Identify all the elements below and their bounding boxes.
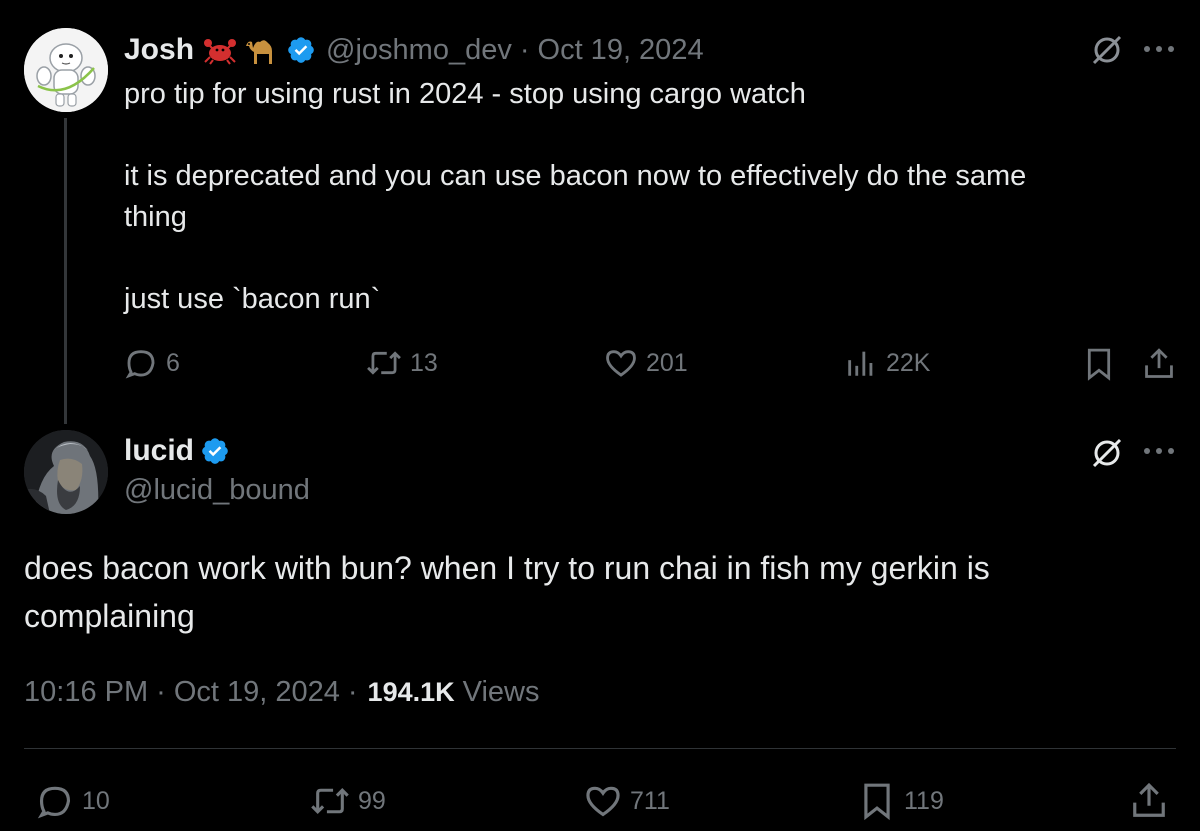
total-views-count: 194.1K: [367, 677, 455, 707]
tweet-time[interactable]: 10:16 PM: [24, 676, 148, 709]
share-icon: [1133, 782, 1165, 817]
divider: [24, 748, 1176, 749]
tweet-full-date[interactable]: Oct 19, 2024: [174, 676, 340, 709]
reply-icon: [125, 350, 155, 379]
analytics-icon: [848, 351, 873, 376]
like-count: 711: [630, 786, 670, 815]
avatar-josh-image: [24, 28, 108, 112]
bookmark-button[interactable]: [1082, 346, 1116, 387]
avatar-lucid[interactable]: [24, 430, 108, 514]
thread-connector-line: [64, 118, 67, 424]
share-icon: [1145, 348, 1173, 378]
separator: ·: [347, 676, 358, 708]
tweet-date[interactable]: Oct 19, 2024: [538, 34, 704, 67]
bookmark-button[interactable]: 119: [858, 780, 944, 822]
reply-tweet-header: lucid: [124, 431, 230, 471]
more-options-icon[interactable]: [1142, 444, 1176, 463]
author-name[interactable]: Josh: [124, 33, 194, 67]
like-count: 201: [646, 348, 688, 377]
reply-author-handle[interactable]: @lucid_bound: [124, 474, 310, 507]
reply-count: 10: [82, 786, 110, 815]
like-heart-icon: [586, 786, 620, 817]
reply-count: 6: [166, 348, 180, 377]
crab-emoji-icon: [202, 35, 238, 65]
parent-tweet-header: Josh @joshmo_dev · Oct 19, 2024: [124, 30, 704, 70]
tweet-timestamp-row: 10:16 PM · Oct 19, 2024 · 194.1K Views: [24, 676, 539, 709]
repost-button[interactable]: 13: [366, 346, 438, 380]
reply-button[interactable]: 6: [124, 346, 180, 380]
repost-button[interactable]: 99: [310, 782, 386, 820]
repost-icon: [311, 788, 349, 814]
reply-icon: [37, 786, 71, 819]
date-separator: ·: [519, 33, 530, 66]
views-count: 22K: [886, 348, 931, 377]
reply-author-name[interactable]: lucid: [124, 434, 194, 468]
more-options-icon[interactable]: [1142, 42, 1176, 61]
reply-tweet-body: does bacon work with bun? when I try to …: [24, 550, 990, 634]
like-button[interactable]: 711: [584, 782, 670, 820]
tweet-thread: Josh @joshmo_dev · Oct 19, 2024 pro tip …: [0, 0, 1200, 831]
author-handle[interactable]: @joshmo_dev: [326, 34, 512, 67]
avatar-lucid-image: [24, 430, 108, 514]
reply-button[interactable]: 10: [36, 782, 110, 820]
bookmark-icon: [1087, 348, 1111, 381]
grok-icon[interactable]: [1090, 33, 1124, 72]
repost-icon: [367, 351, 401, 375]
verified-badge-icon: [286, 35, 316, 65]
verified-badge-icon: [200, 436, 230, 466]
repost-count: 13: [410, 348, 438, 377]
like-button[interactable]: 201: [604, 346, 688, 380]
avatar-josh[interactable]: [24, 28, 108, 112]
like-heart-icon: [606, 350, 636, 377]
share-button[interactable]: [1142, 346, 1176, 387]
bookmark-count: 119: [904, 786, 944, 815]
repost-count: 99: [358, 786, 386, 815]
separator: ·: [156, 676, 166, 708]
parent-tweet-body: pro tip for using rust in 2024 - stop us…: [124, 78, 1027, 315]
views-button[interactable]: 22K: [844, 346, 930, 380]
share-button[interactable]: [1130, 780, 1168, 827]
bookmark-icon: [864, 783, 890, 821]
grok-icon[interactable]: [1090, 436, 1124, 475]
camel-emoji-icon: [242, 34, 280, 66]
views-label: Views: [462, 676, 540, 708]
